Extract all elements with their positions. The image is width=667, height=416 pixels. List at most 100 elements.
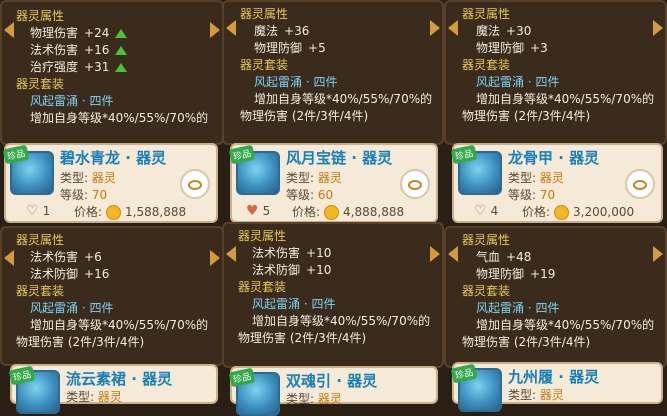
likes-count[interactable]: ♡ 4	[474, 203, 498, 219]
view-eye-icon[interactable]	[180, 169, 210, 199]
prev-arrow-icon[interactable]	[4, 22, 14, 38]
attr-value: +31	[84, 60, 110, 74]
set-section-title: 器灵套装	[16, 284, 65, 298]
item-level: 等级: 70	[508, 188, 556, 202]
item-level: 等级: 70	[60, 188, 108, 202]
attr-row: 物理防御 +19	[462, 266, 654, 283]
attr-name: 治疗强度	[30, 60, 79, 74]
attr-row: 法术伤害 +16	[16, 42, 208, 59]
set-name: 风起雷涌 · 四件	[254, 75, 338, 89]
item-card[interactable]: 珍品 双魂引 · 器灵 类型: 器灵	[228, 366, 438, 416]
item-name: 风月宝链 · 器灵	[286, 149, 393, 167]
attr-section-title: 器灵属性	[462, 233, 511, 247]
attr-section-title: 器灵属性	[16, 9, 65, 23]
likes-count[interactable]: ♥ 5	[246, 203, 270, 219]
set-name: 风起雷涌 · 四件	[30, 301, 114, 315]
attr-value: +48	[506, 250, 532, 264]
item-card[interactable]: 珍品 碧水青龙 · 器灵 类型: 器灵 等级: 70 ♡ 1 价格: 1,588,8…	[2, 143, 218, 223]
attr-row: 法术伤害 +6	[16, 249, 208, 266]
prev-arrow-icon[interactable]	[226, 20, 236, 36]
attr-name: 法术伤害	[30, 250, 79, 264]
item-name: 九州履 · 器灵	[508, 368, 600, 386]
item-card[interactable]: 珍品 流云素裙 · 器灵 类型: 器灵	[8, 364, 218, 414]
item-name: 双魂引 · 器灵	[286, 372, 378, 390]
attr-row: 物理防御 +3	[462, 40, 654, 57]
attr-value: +16	[84, 267, 110, 281]
next-arrow-icon[interactable]	[653, 20, 663, 36]
coin-icon	[106, 205, 122, 220]
set-effect: 增加自身等级*40%/55%/70%的	[476, 92, 655, 106]
set-effect-2: 物理伤害 (2件/3件/4件)	[462, 109, 591, 123]
item-type: 类型: 器灵	[508, 171, 564, 185]
view-eye-icon[interactable]	[400, 169, 430, 199]
likes-count[interactable]: ♡ 1	[26, 203, 50, 219]
set-name: 风起雷涌 · 四件	[252, 297, 336, 311]
set-effect: 增加自身等级*40%/55%/70%的	[476, 318, 655, 332]
up-arrow-icon	[115, 63, 128, 72]
prev-arrow-icon[interactable]	[448, 246, 458, 262]
item-price: 价格: 1,588,888	[74, 205, 187, 220]
tooltip-top-left: 器灵属性 物理伤害 +24 法术伤害 +16 治疗强度 +31 器灵套装 风起雷涌 ·…	[0, 0, 224, 145]
set-effect: 增加自身等级*40%/55%/70%的	[30, 318, 209, 332]
prev-arrow-icon[interactable]	[4, 250, 14, 266]
attr-name: 魔法	[476, 24, 501, 38]
attr-value: +6	[84, 250, 102, 264]
set-effect-2: 物理伤害 (2件/3件/4件)	[462, 335, 591, 349]
attr-name: 物理防御	[476, 267, 525, 281]
attr-value: +36	[284, 24, 310, 38]
set-effect: 增加自身等级*40%/55%/70%的	[254, 92, 433, 106]
attr-name: 法术伤害	[252, 246, 301, 260]
next-arrow-icon[interactable]	[210, 22, 220, 38]
item-card[interactable]: 珍品 九州履 · 器灵 类型: 器灵	[450, 362, 663, 412]
set-effect-2: 物理伤害 (2件/3件/4件)	[16, 335, 145, 349]
attr-name: 气血	[476, 250, 501, 264]
prev-arrow-icon[interactable]	[448, 20, 458, 36]
heart-icon: ♥	[246, 203, 259, 219]
next-arrow-icon[interactable]	[430, 20, 440, 36]
set-section-title: 器灵套装	[462, 284, 511, 298]
attr-section-title: 器灵属性	[240, 7, 289, 21]
attr-value: +10	[306, 246, 332, 260]
next-arrow-icon[interactable]	[653, 246, 663, 262]
item-listing-grid: 器灵属性 物理伤害 +24 法术伤害 +16 治疗强度 +31 器灵套装 风起雷涌 ·…	[0, 0, 667, 416]
tooltip-bottom-right: 器灵属性 气血 +48 物理防御 +19 器灵套装 风起雷涌 · 四件 增加自身等级…	[444, 226, 667, 368]
attr-row: 气血 +48	[462, 249, 654, 266]
set-section-title: 器灵套装	[16, 77, 65, 91]
item-level: 等级: 60	[286, 188, 334, 202]
tooltip-bottom-mid: 器灵属性 法术伤害 +10 法术防御 +10 器灵套装 风起雷涌 · 四件 增加自身…	[222, 222, 444, 368]
attr-value: +10	[306, 263, 332, 277]
set-effect: 增加自身等级*40%/55%/70%的	[252, 314, 431, 328]
set-section-title: 器灵套装	[238, 280, 287, 294]
set-section-title: 器灵套装	[462, 58, 511, 72]
attr-value: +19	[530, 267, 556, 281]
attr-name: 法术防御	[30, 267, 79, 281]
item-type: 类型: 器灵	[60, 171, 116, 185]
item-card[interactable]: 珍品 风月宝链 · 器灵 类型: 器灵 等级: 60 ♥ 5 价格: 4,888,8…	[228, 143, 438, 223]
attr-name: 物理防御	[254, 41, 303, 55]
attr-row: 法术防御 +16	[16, 266, 208, 283]
attr-name: 法术伤害	[30, 43, 79, 57]
tooltip-top-right: 器灵属性 魔法 +30 物理防御 +3 器灵套装 风起雷涌 · 四件 增加自身等级*…	[444, 0, 667, 145]
item-name: 碧水青龙 · 器灵	[60, 149, 167, 167]
attr-section-title: 器灵属性	[462, 7, 511, 21]
attr-row: 法术防御 +10	[238, 262, 430, 279]
tooltip-top-mid: 器灵属性 魔法 +36 物理防御 +5 器灵套装 风起雷涌 · 四件 增加自身等级*…	[222, 0, 444, 145]
attr-value: +5	[308, 41, 326, 55]
up-arrow-icon	[115, 29, 128, 38]
prev-arrow-icon[interactable]	[226, 246, 236, 262]
item-type: 类型: 器灵	[66, 390, 122, 404]
item-price: 价格: 4,888,888	[292, 205, 405, 220]
view-eye-icon[interactable]	[625, 169, 655, 199]
next-arrow-icon[interactable]	[430, 246, 440, 262]
item-card[interactable]: 珍品 龙骨甲 · 器灵 类型: 器灵 等级: 70 ♡ 4 价格: 3,200,00…	[450, 143, 663, 223]
set-name: 风起雷涌 · 四件	[476, 75, 560, 89]
attr-value: +24	[84, 26, 110, 40]
attr-name: 魔法	[254, 24, 279, 38]
item-name: 流云素裙 · 器灵	[66, 370, 173, 388]
attr-value: +16	[84, 43, 110, 57]
item-price: 价格: 3,200,000	[522, 205, 635, 220]
coin-icon	[324, 205, 340, 220]
tooltip-bottom-left: 器灵属性 法术伤害 +6 法术防御 +16 器灵套装 风起雷涌 · 四件 增加自身等…	[0, 226, 224, 366]
set-effect-2: 物理伤害 (2件/3件/4件)	[240, 109, 369, 123]
next-arrow-icon[interactable]	[210, 250, 220, 266]
